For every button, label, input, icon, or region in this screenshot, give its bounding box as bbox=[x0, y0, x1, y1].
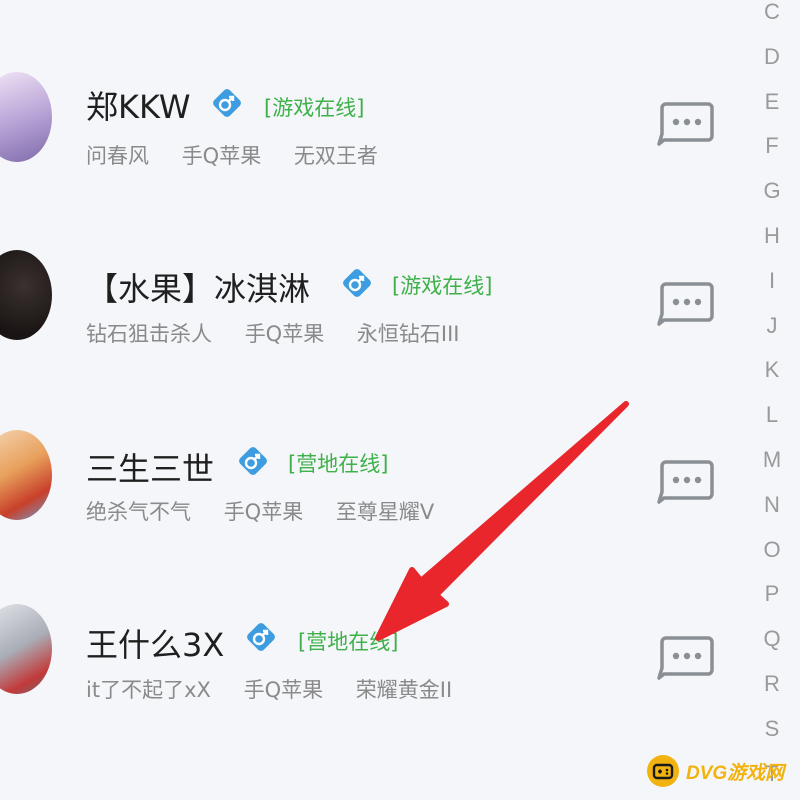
friend-info: 钻石狙击杀人 手Q苹果 永恒钻石III bbox=[86, 318, 486, 348]
friend-rank: 无双王者 bbox=[293, 144, 378, 168]
index-letter[interactable]: L bbox=[766, 393, 778, 438]
friend-signature: 钻石狙击杀人 bbox=[86, 322, 212, 346]
male-gender-icon bbox=[213, 89, 241, 117]
friend-signature: 绝杀气不气 bbox=[86, 500, 191, 524]
index-letter[interactable]: P bbox=[765, 572, 780, 617]
message-icon[interactable] bbox=[656, 280, 714, 328]
avatar[interactable] bbox=[0, 250, 52, 340]
online-status: [游戏在线] bbox=[392, 274, 493, 298]
avatar[interactable] bbox=[0, 72, 52, 162]
avatar[interactable] bbox=[0, 430, 52, 520]
index-letter[interactable]: N bbox=[764, 483, 780, 528]
index-letter[interactable]: C bbox=[764, 0, 780, 35]
friend-rank: 永恒钻石III bbox=[356, 322, 460, 346]
friend-nickname: 【水果】冰淇淋 bbox=[86, 270, 311, 308]
male-gender-icon bbox=[247, 623, 275, 651]
index-letter[interactable]: D bbox=[764, 35, 780, 80]
message-icon[interactable] bbox=[656, 100, 714, 148]
friend-row[interactable]: 三生三世 [营地在线] 绝杀气不气 手Q苹果 至尊星耀V bbox=[0, 386, 760, 564]
male-gender-icon bbox=[239, 447, 267, 475]
index-letter[interactable]: G bbox=[763, 169, 780, 214]
friend-nickname: 郑KKW bbox=[86, 88, 191, 126]
index-letter[interactable]: R bbox=[764, 662, 780, 707]
friend-rank: 荣耀黄金II bbox=[355, 678, 453, 702]
message-icon[interactable] bbox=[656, 634, 714, 682]
friend-nickname: 王什么3X bbox=[86, 626, 225, 664]
friend-row[interactable]: 【水果】冰淇淋 [游戏在线] 钻石狙击杀人 手Q苹果 永恒钻石III bbox=[0, 208, 760, 386]
friend-platform: 手Q苹果 bbox=[223, 500, 304, 524]
index-letter[interactable]: I bbox=[769, 259, 775, 304]
online-status: [营地在线] bbox=[288, 452, 389, 476]
friend-rank: 至尊星耀V bbox=[335, 500, 435, 524]
friend-signature: 问春风 bbox=[86, 144, 149, 168]
friend-info: 绝杀气不气 手Q苹果 至尊星耀V bbox=[86, 496, 460, 526]
friend-nickname: 三生三世 bbox=[86, 450, 215, 488]
message-icon[interactable] bbox=[656, 458, 714, 506]
friend-row[interactable]: 郑KKW [游戏在线] 问春风 手Q苹果 无双王者 bbox=[0, 30, 760, 208]
index-letter[interactable]: H bbox=[764, 214, 780, 259]
friend-row[interactable]: 王什么3X [营地在线] it了不起了xX 手Q苹果 荣耀黄金II bbox=[0, 564, 760, 742]
index-letter[interactable]: S bbox=[765, 707, 780, 752]
index-letter[interactable]: O bbox=[763, 528, 780, 573]
online-status: [游戏在线] bbox=[264, 96, 365, 120]
friend-platform: 手Q苹果 bbox=[243, 678, 324, 702]
avatar[interactable] bbox=[0, 604, 52, 694]
watermark-text: DVG游戏网 bbox=[686, 762, 785, 784]
index-letter[interactable]: M bbox=[763, 438, 781, 483]
friend-platform: 手Q苹果 bbox=[181, 144, 262, 168]
friend-platform: 手Q苹果 bbox=[244, 322, 325, 346]
index-letter[interactable]: E bbox=[765, 80, 780, 125]
watermark-logo: DVG游戏网 bbox=[646, 748, 794, 794]
friend-info: 问春风 手Q苹果 无双王者 bbox=[86, 140, 404, 170]
male-gender-icon bbox=[343, 269, 371, 297]
index-letter[interactable]: Q bbox=[763, 617, 780, 662]
gamepad-icon bbox=[647, 755, 679, 787]
friend-signature: it了不起了xX bbox=[86, 678, 211, 702]
online-status: [营地在线] bbox=[298, 630, 399, 654]
index-letter[interactable]: K bbox=[765, 348, 780, 393]
alphabet-index-bar[interactable]: C D E F G H I J K L M N O P Q R S T bbox=[756, 0, 788, 796]
friend-info: it了不起了xX 手Q苹果 荣耀黄金II bbox=[86, 674, 478, 704]
index-letter[interactable]: J bbox=[767, 304, 778, 349]
index-letter[interactable]: F bbox=[765, 124, 778, 169]
